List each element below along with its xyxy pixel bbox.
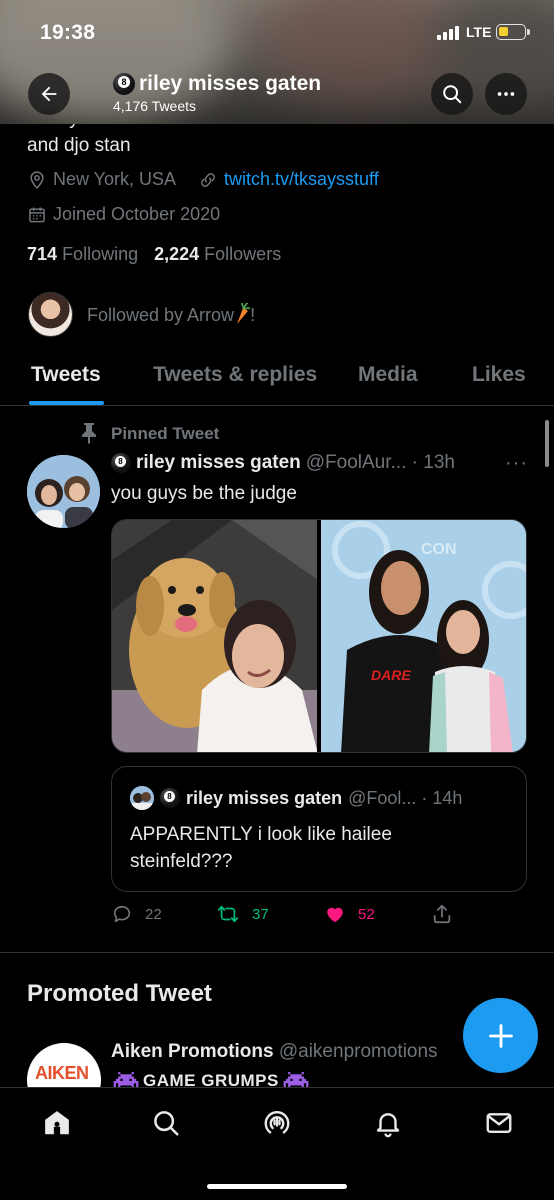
- follow-stats: 714 Following 2,224 Followers: [27, 244, 281, 265]
- promo-header: Aiken Promotions @aikenpromotions: [111, 1041, 438, 1063]
- avatar: [130, 786, 154, 810]
- svg-text:CON: CON: [421, 541, 457, 558]
- tab-media[interactable]: Media: [358, 363, 418, 387]
- followed-by-text: Followed by Arrow: [87, 305, 235, 325]
- active-tab-indicator: [29, 401, 104, 405]
- eight-ball-icon: [111, 453, 131, 473]
- compose-tweet-button[interactable]: [463, 998, 538, 1073]
- plus-icon: [488, 1023, 513, 1048]
- website-link[interactable]: twitch.tv/tksaysstuff: [224, 169, 379, 190]
- signal-icon: [437, 26, 459, 40]
- avatar: [28, 292, 73, 337]
- battery-icon: [496, 24, 530, 40]
- header-name-text: riley misses gaten: [139, 72, 322, 95]
- calendar-icon: [29, 207, 45, 222]
- bio-last-line: and djo stan: [27, 135, 131, 156]
- quote-author-name: riley misses gaten: [186, 787, 343, 808]
- following-count: 714: [27, 244, 58, 264]
- tweet-actions: 22 37 52: [111, 903, 531, 929]
- followed-by-suffix: !: [250, 305, 256, 325]
- tab-tweets-replies[interactable]: Tweets & replies: [153, 363, 317, 387]
- quote-handle-time: @Fool... · 14h: [348, 787, 463, 808]
- status-bar: 19:38 LTE: [0, 0, 554, 62]
- profile-location: New York, USA: [27, 169, 176, 190]
- arrow-left-icon: [41, 86, 57, 102]
- spaces-icon: [264, 1111, 290, 1134]
- reply-button[interactable]: 22: [111, 903, 162, 925]
- carrot-icon: [237, 303, 251, 324]
- nav-notifications[interactable]: [371, 1106, 405, 1140]
- nav-home[interactable]: [40, 1106, 74, 1140]
- followed-by[interactable]: Followed by Arrow!: [28, 292, 255, 337]
- nav-messages[interactable]: [482, 1106, 516, 1140]
- quote-header: riley misses gaten @Fool... · 14h: [130, 786, 462, 810]
- tab-tweets[interactable]: Tweets: [31, 363, 101, 387]
- tweet-more-icon[interactable]: ···: [505, 452, 528, 475]
- location-pin-icon: [30, 170, 44, 189]
- promo-logo-text: AIKEN: [35, 1063, 89, 1083]
- quote-text: APPARENTLY i look like hailee steinfeld?…: [130, 824, 392, 872]
- retweet-button[interactable]: 37: [216, 903, 269, 925]
- nav-search[interactable]: [149, 1106, 183, 1140]
- tweet-header: riley misses gaten @FoolAur... · 13h: [111, 452, 531, 474]
- promo-handle: @aikenpromotions: [278, 1041, 438, 1062]
- scrollbar[interactable]: [545, 420, 549, 467]
- like-count: 52: [358, 905, 375, 923]
- profile-joined: Joined October 2020: [27, 204, 220, 225]
- header-name: riley misses gaten: [113, 72, 321, 96]
- pinned-label: Pinned Tweet: [111, 424, 220, 443]
- like-button[interactable]: 52: [324, 903, 375, 925]
- eight-ball-icon: [160, 788, 180, 808]
- back-button[interactable]: [28, 73, 70, 115]
- tweet-handle-time: @FoolAur... · 13h: [305, 452, 455, 473]
- promoted-title: Promoted Tweet: [27, 980, 212, 1007]
- search-icon: [154, 1111, 179, 1136]
- svg-text:DARE: DARE: [371, 667, 411, 683]
- location-text: New York, USA: [53, 169, 177, 189]
- photo-comic-con[interactable]: CON DARE: [321, 520, 526, 752]
- followers-count: 2,224: [154, 244, 200, 264]
- share-icon: [433, 904, 451, 924]
- bottom-nav: [0, 1087, 554, 1200]
- link-icon: [201, 172, 215, 187]
- retweet-count: 37: [252, 905, 269, 923]
- more-horizontal-icon: [497, 92, 515, 96]
- network-label: LTE: [466, 24, 492, 40]
- followers-link[interactable]: 2,224 Followers: [154, 244, 281, 265]
- following-link[interactable]: 714 Following: [27, 244, 138, 265]
- tweet-author-name[interactable]: riley misses gaten: [136, 452, 301, 474]
- more-button[interactable]: [485, 73, 527, 115]
- tab-likes[interactable]: Likes: [472, 363, 526, 387]
- quoted-tweet[interactable]: riley misses gaten @Fool... · 14h APPARE…: [111, 766, 527, 892]
- status-time: 19:38: [40, 21, 96, 44]
- notifications-icon: [376, 1113, 400, 1138]
- search-button[interactable]: [431, 73, 473, 115]
- home-icon: [45, 1111, 69, 1135]
- nav-spaces[interactable]: [260, 1106, 294, 1140]
- messages-icon: [486, 1113, 512, 1133]
- retweet-icon: [217, 905, 239, 923]
- profile-tabs: Tweets Tweets & replies Media Likes: [0, 352, 554, 406]
- photo-dog-selfie[interactable]: [112, 520, 317, 752]
- joined-text: Joined October 2020: [53, 204, 221, 224]
- promo-author-name[interactable]: Aiken Promotions: [111, 1041, 274, 1062]
- profile-website[interactable]: twitch.tv/tksaysstuff: [198, 169, 379, 190]
- share-button[interactable]: [431, 903, 453, 925]
- following-label: Following: [62, 244, 139, 264]
- avatar[interactable]: [27, 455, 100, 528]
- heart-icon: [327, 907, 343, 923]
- pin-icon: [82, 423, 96, 444]
- tweet-text: you guys be the judge: [111, 483, 297, 504]
- tweet-media[interactable]: CON DARE: [111, 519, 527, 753]
- header-tweet-count: 4,176 Tweets: [113, 98, 197, 114]
- eight-ball-icon: [113, 73, 135, 95]
- search-icon: [443, 85, 462, 104]
- reply-icon: [113, 905, 131, 923]
- reply-count: 22: [145, 905, 162, 923]
- home-indicator[interactable]: [207, 1184, 347, 1189]
- section-divider: [0, 952, 554, 953]
- followers-label: Followers: [204, 244, 282, 264]
